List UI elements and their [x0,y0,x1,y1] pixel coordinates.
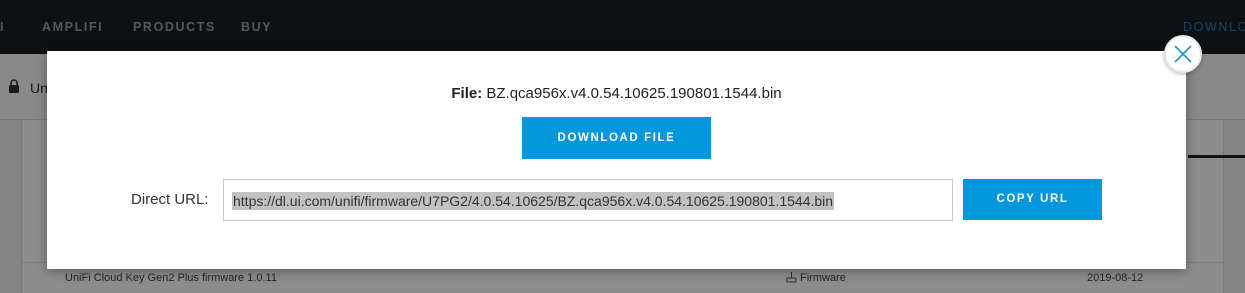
download-file-button[interactable]: DOWNLOAD FILE [522,117,711,159]
download-modal: File: BZ.qca956x.v4.0.54.10625.190801.15… [47,51,1186,269]
file-name: BZ.qca956x.v4.0.54.10625.190801.1544.bin [486,85,782,102]
copy-url-button[interactable]: COPY URL [963,179,1102,220]
file-label: File: [451,85,483,102]
file-info: File: BZ.qca956x.v4.0.54.10625.190801.15… [47,85,1186,102]
direct-url-label: Direct URL: [131,191,209,208]
close-button[interactable] [1164,35,1202,73]
direct-url-value[interactable]: https://dl.ui.com/unifi/firmware/U7PG2/4… [232,192,835,210]
close-icon [1174,45,1192,63]
direct-url-input[interactable]: https://dl.ui.com/unifi/firmware/U7PG2/4… [223,179,953,221]
